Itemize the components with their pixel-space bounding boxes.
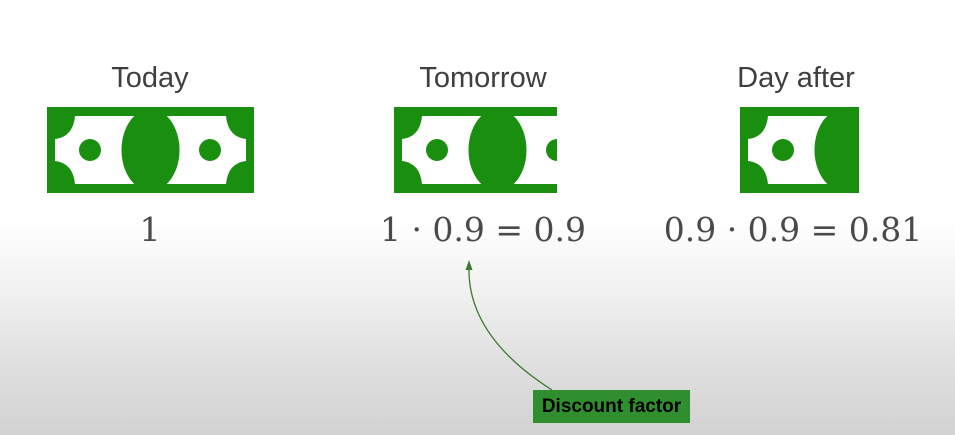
discount-factor-label: Discount factor <box>533 390 690 423</box>
curved-arrow-icon <box>465 260 553 391</box>
